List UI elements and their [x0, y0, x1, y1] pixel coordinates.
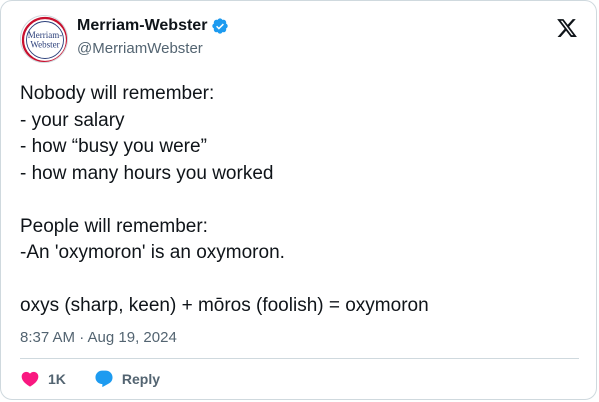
merriam-webster-logo-icon: Merriam- Webster: [21, 16, 67, 62]
tweet-line: oxys (sharp, keen) + mōros (foolish) = o…: [20, 295, 429, 316]
tweet-line: - how many hours you worked: [20, 162, 274, 184]
avatar-text-line-1: Merriam-: [28, 30, 62, 40]
avatar-text-line-2: Webster: [30, 40, 59, 50]
tweet-line: Nobody will remember:: [20, 83, 215, 104]
tweet-line-blank: [20, 187, 580, 214]
author-name-row: Merriam-Webster: [77, 16, 229, 36]
tweet-timestamp[interactable]: 8:37 AM · Aug 19, 2024: [20, 328, 177, 348]
heart-icon: [21, 371, 39, 387]
tweet-line: - how “busy you were”: [20, 136, 207, 157]
reply-label: Reply: [121, 371, 161, 387]
reply-button[interactable]: Reply: [94, 369, 160, 389]
tweet-line: -An 'oxymoron' is an oxymoron.: [20, 242, 285, 263]
tweet-card: Merriam- Webster Merriam-Webster @Merria…: [0, 0, 597, 400]
reply-bubble-icon: [95, 370, 113, 388]
like-button[interactable]: 1K: [20, 369, 66, 389]
author-display-name[interactable]: Merriam-Webster: [77, 16, 207, 36]
verified-badge-icon: [212, 18, 229, 34]
tweet-line-blank: [20, 267, 580, 294]
tweet-line: - your salary: [20, 109, 125, 131]
tweet-line: People will remember:: [20, 215, 208, 237]
divider: [20, 358, 579, 359]
x-logo-icon[interactable]: [556, 17, 578, 39]
tweet-text: Nobody will remember: - your salary - ho…: [20, 81, 580, 320]
like-count: 1K: [48, 371, 66, 387]
author-handle[interactable]: @MerriamWebster: [77, 39, 203, 59]
avatar[interactable]: Merriam- Webster: [20, 15, 68, 63]
tweet-actions: 1K Reply: [20, 369, 160, 389]
